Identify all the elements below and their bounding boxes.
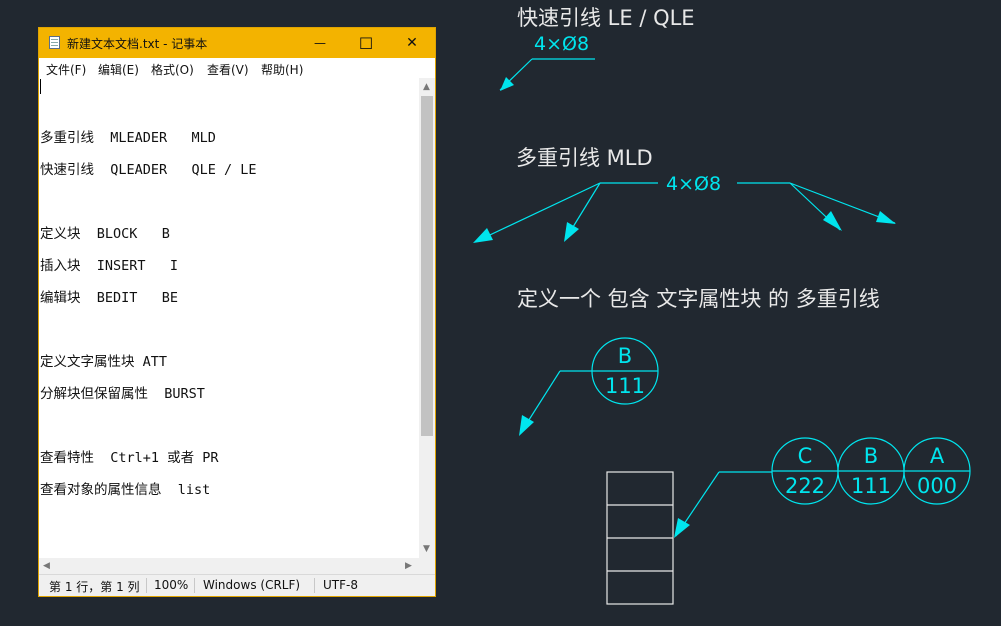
qle-label: 快速引线 LE / QLE [517, 6, 695, 30]
horizontal-scrollbar[interactable]: ◀ ▶ [39, 558, 419, 574]
bubble-c-tag: C [798, 444, 813, 468]
editor-line: 多重引线 MLEADER MLD [40, 130, 216, 146]
status-zoom: 100% [154, 578, 189, 592]
menu-format[interactable]: 格式(O) [151, 61, 194, 78]
editor-line: 定义文字属性块 ATT [40, 354, 168, 370]
bubble-single-tag: B [618, 344, 632, 368]
status-divider [194, 578, 195, 593]
editor-line: 查看对象的属性信息 list [40, 482, 211, 498]
status-line-ending: Windows (CRLF) [203, 578, 301, 592]
mld-arrowhead-1 [473, 228, 493, 243]
maximize-button[interactable]: ☐ [343, 28, 389, 58]
mld-label: 多重引线 MLD [516, 146, 653, 170]
close-button[interactable]: ✕ [389, 28, 435, 58]
qle-dimension-text: 4×Ø8 [534, 33, 589, 55]
status-encoding: UTF-8 [323, 578, 358, 592]
editor-line: 查看特性 Ctrl+1 或者 PR [40, 450, 219, 466]
menu-bar: 文件(F) 编辑(E) 格式(O) 查看(V) 帮助(H) [39, 58, 435, 78]
editor-line: 快速引线 QLEADER QLE / LE [40, 162, 257, 178]
bubble-a-tag: A [930, 444, 945, 468]
bubble-a-value: 000 [917, 474, 957, 498]
notepad-window[interactable]: 新建文本文档.txt - 记事本 — ☐ ✕ 文件(F) 编辑(E) 格式(O)… [38, 27, 436, 597]
mld-arrowhead-4 [876, 211, 896, 224]
editor-line: 插入块 INSERT I [40, 258, 179, 274]
bubble-c-value: 222 [785, 474, 825, 498]
mld-arrowhead-3 [823, 211, 842, 231]
menu-file[interactable]: 文件(F) [46, 61, 86, 78]
scroll-up-icon[interactable]: ▲ [423, 82, 430, 92]
bubble-b-value: 111 [851, 474, 891, 498]
editor-line: 定义块 BLOCK B [40, 226, 170, 242]
status-position: 第 1 行，第 1 列 [49, 580, 140, 594]
status-bar: 第 1 行，第 1 列 100% Windows (CRLF) UTF-8 [39, 574, 435, 596]
block-leader-label: 定义一个 包含 文字属性块 的 多重引线 [517, 287, 880, 311]
minimize-icon: — [314, 36, 326, 50]
status-divider [314, 578, 315, 593]
text-caret [40, 79, 41, 94]
mld-arrowhead-2 [564, 222, 579, 242]
close-icon: ✕ [406, 35, 418, 51]
bubble-single-value: 111 [605, 374, 645, 398]
status-divider [146, 578, 147, 593]
bubble-triple-arrowhead [674, 518, 690, 538]
scroll-right-icon[interactable]: ▶ [405, 561, 412, 571]
maximize-icon: ☐ [358, 33, 374, 53]
bubble-single-arrowhead [519, 415, 534, 436]
text-editor[interactable]: 多重引线 MLEADER MLD 快速引线 QLEADER QLE / LE 定… [39, 78, 419, 574]
scrollbar-corner [419, 558, 435, 574]
menu-edit[interactable]: 编辑(E) [98, 61, 139, 78]
scroll-left-icon[interactable]: ◀ [43, 561, 50, 571]
stacked-block-rectangles[interactable] [606, 471, 674, 605]
scroll-down-icon[interactable]: ▼ [423, 544, 430, 554]
mld-dimension-text: 4×Ø8 [666, 173, 721, 195]
title-bar[interactable]: 新建文本文档.txt - 记事本 — ☐ ✕ [39, 28, 435, 58]
vertical-scroll-thumb[interactable] [421, 96, 433, 436]
minimize-button[interactable]: — [297, 28, 343, 58]
qle-leader[interactable] [499, 58, 595, 91]
bubble-b-tag: B [864, 444, 878, 468]
menu-help[interactable]: 帮助(H) [261, 61, 303, 78]
editor-line: 编辑块 BEDIT BE [40, 290, 179, 306]
notepad-icon [49, 36, 60, 49]
vertical-scrollbar[interactable]: ▲ ▼ [419, 78, 435, 558]
menu-view[interactable]: 查看(V) [207, 61, 249, 78]
window-title: 新建文本文档.txt - 记事本 [67, 37, 208, 51]
editor-line: 分解块但保留属性 BURST [40, 386, 205, 402]
